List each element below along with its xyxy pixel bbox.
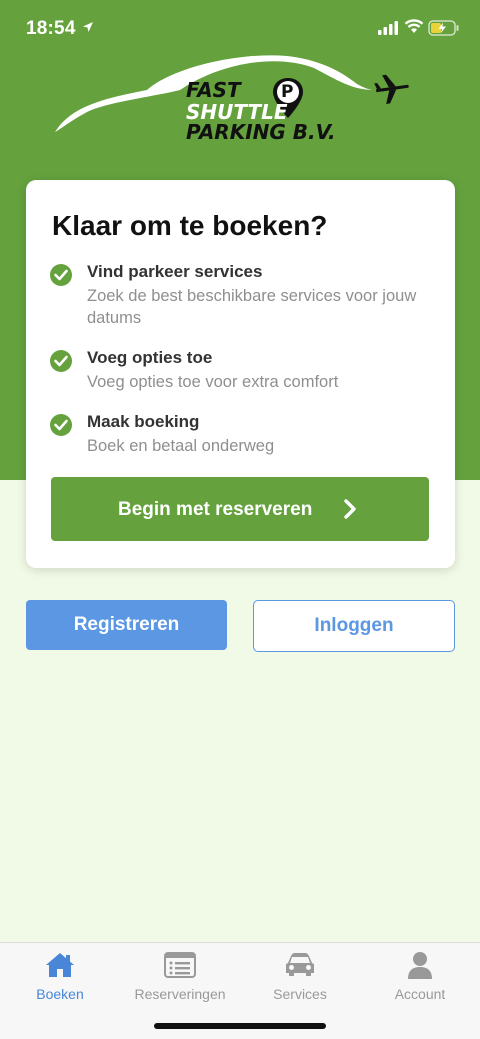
booking-intro-card: Klaar om te boeken? Vind parkeer service… [26, 180, 455, 568]
login-button[interactable]: Inloggen [253, 600, 455, 652]
battery-charging-icon [428, 20, 459, 36]
tab-boeken[interactable]: Boeken [0, 943, 120, 1013]
check-circle-icon [50, 414, 72, 436]
step-description: Voeg opties toe voor extra comfort [87, 373, 339, 391]
tab-label: Boeken [36, 986, 84, 1002]
home-indicator [154, 1023, 326, 1029]
begin-reservation-label: Begin met reserveren [118, 499, 313, 520]
tab-label: Reserveringen [134, 986, 226, 1002]
tab-account[interactable]: Account [360, 943, 480, 1013]
register-button[interactable]: Registreren [26, 600, 227, 650]
logo-line-parking: PARKING B.V. [186, 120, 336, 144]
home-icon [46, 953, 74, 977]
location-arrow-icon [83, 22, 93, 32]
tab-label: Account [394, 986, 446, 1002]
logo-line-fast: FAST [186, 78, 241, 102]
signal-icon [378, 21, 398, 35]
card-title: Klaar om te boeken? [52, 210, 328, 241]
logo-line-shuttle: SHUTTLE [186, 100, 288, 124]
step-title: Maak boeking [87, 412, 200, 431]
brand-logo: P FAST SHUTTLE PARKING B.V. [52, 50, 412, 150]
step-description: Zoek de best beschikbare services voor j… [87, 287, 417, 327]
begin-reservation-button[interactable]: Begin met reserveren [51, 477, 429, 541]
person-icon [408, 952, 432, 979]
tab-services[interactable]: Services [240, 943, 360, 1013]
parking-pin-letter: P [281, 82, 294, 102]
car-icon [286, 953, 314, 976]
step-description: Boek en betaal onderweg [87, 437, 275, 455]
check-circle-icon [50, 350, 72, 372]
step-title: Voeg opties toe [87, 348, 213, 367]
step-title: Vind parkeer services [87, 262, 263, 281]
status-time: 18:54 [26, 18, 76, 39]
airplane-icon [374, 74, 409, 104]
tab-reserveringen[interactable]: Reserveringen [120, 943, 240, 1013]
tab-label: Services [273, 986, 327, 1002]
list-icon [164, 952, 196, 978]
wifi-icon [404, 19, 424, 33]
check-circle-icon [50, 264, 72, 286]
chevron-right-icon [344, 499, 356, 519]
